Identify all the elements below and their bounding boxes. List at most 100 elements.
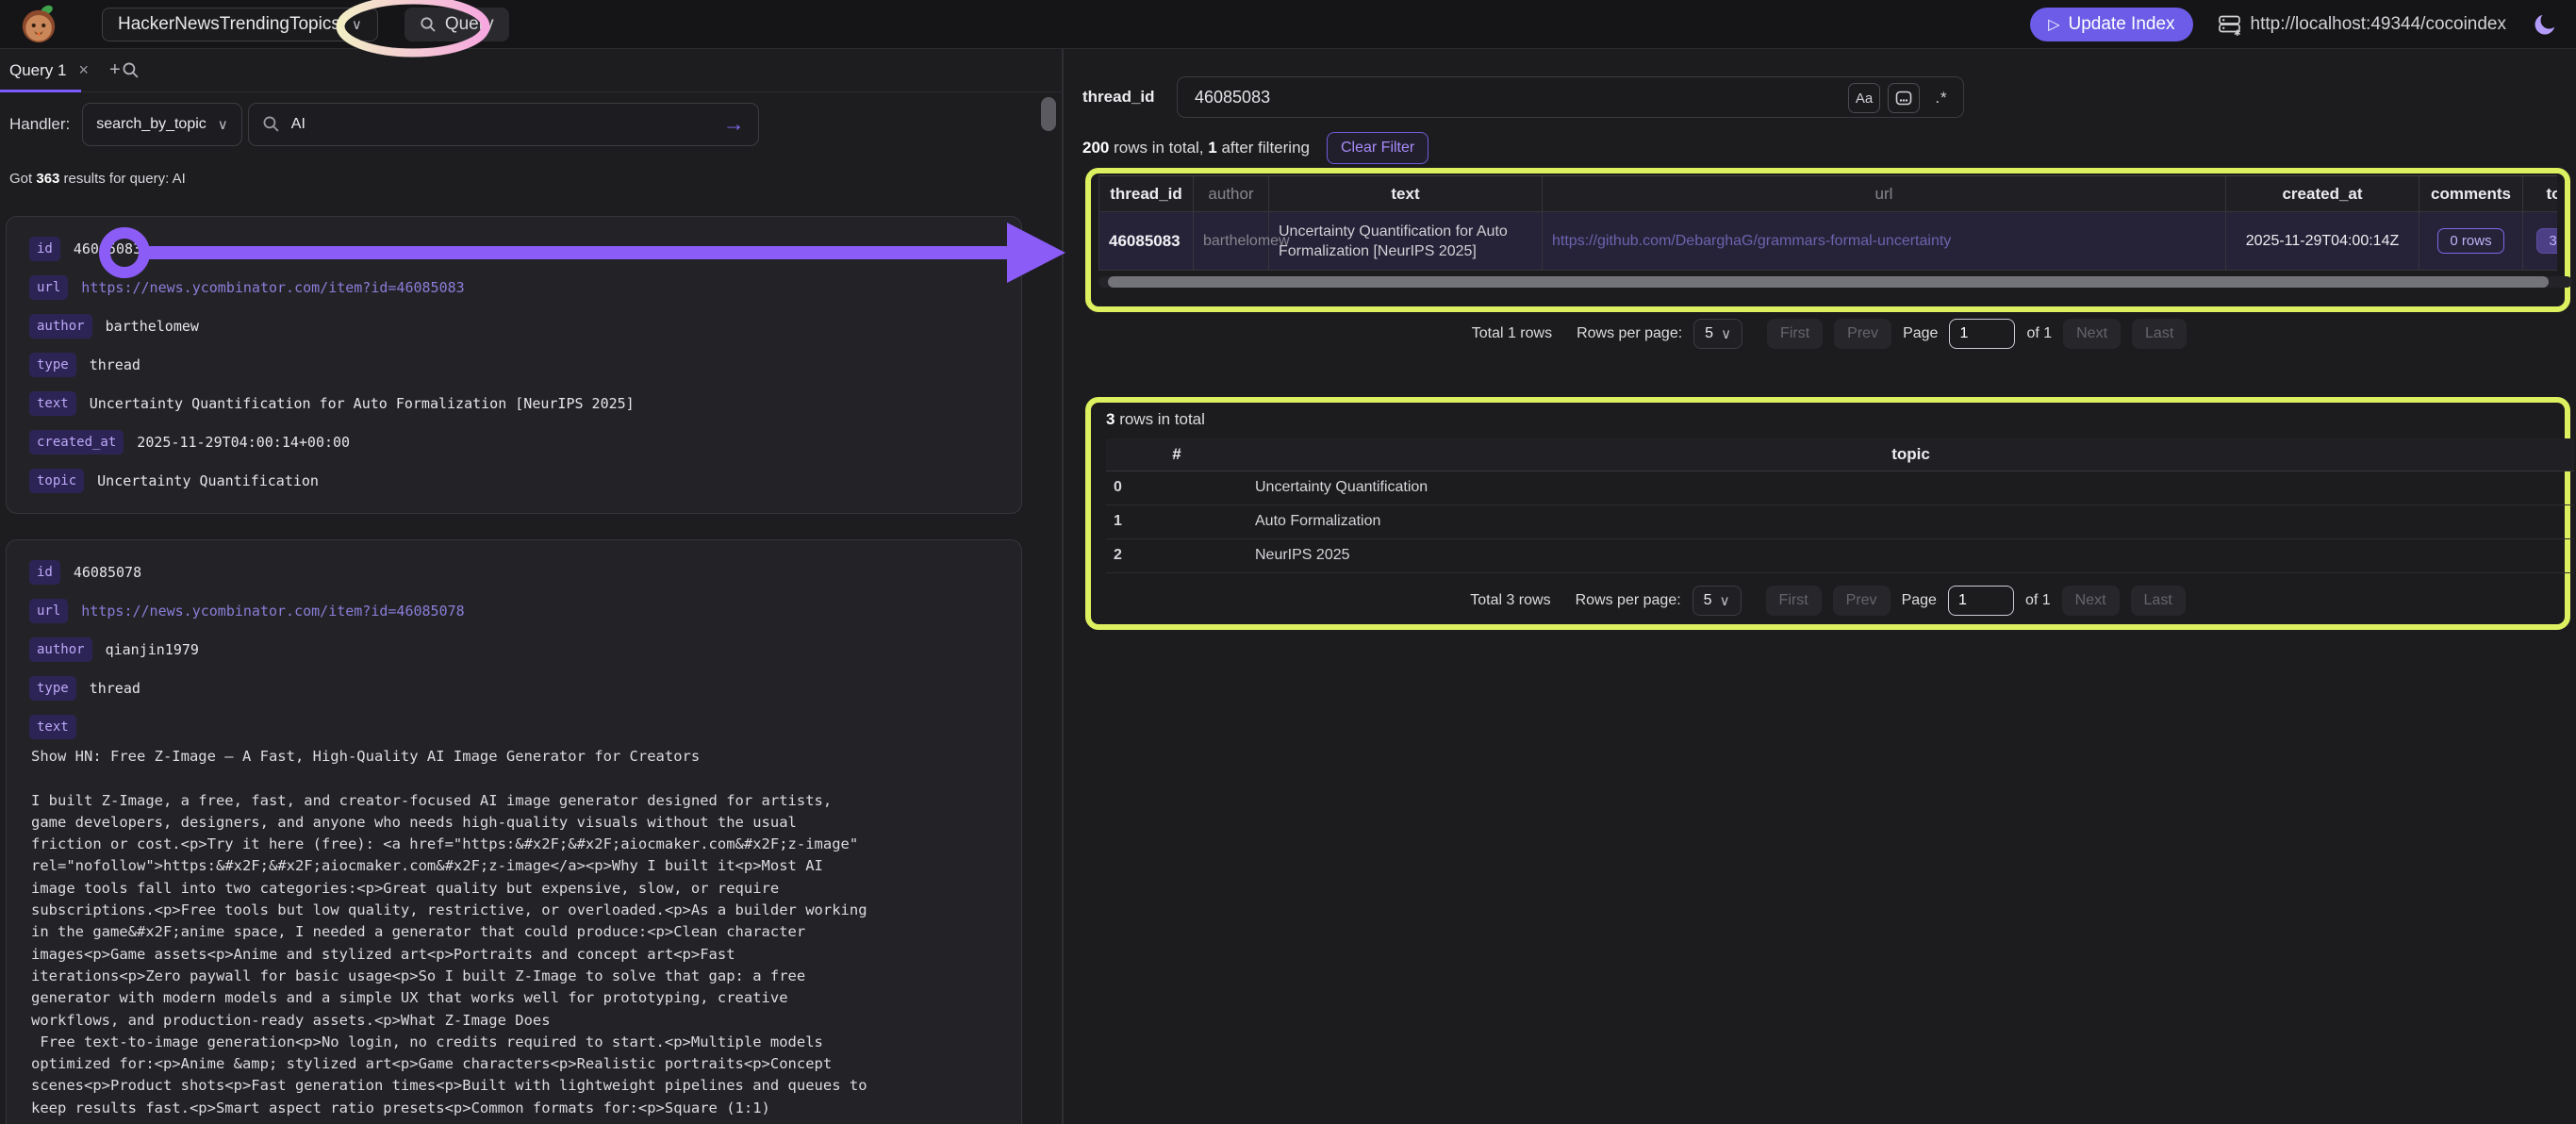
field-row: author qianjin1979 xyxy=(29,637,999,662)
summary-text: after filtering xyxy=(1217,139,1310,157)
update-index-button[interactable]: ▷ Update Index xyxy=(2030,8,2192,41)
topics-table: # topic 0 Uncertainty Quantification 1 A… xyxy=(1106,438,2574,573)
results-summary: Got 363 results for query: AI xyxy=(9,171,1062,187)
total-rows-label: Total 3 rows xyxy=(1470,592,1550,609)
field-label-badge: id xyxy=(29,237,60,261)
chevron-down-icon: ∨ xyxy=(218,116,228,133)
query-panel: Query 1 × + Handler: search_by_topic ∨ xyxy=(0,49,1064,1124)
first-page-button[interactable]: First xyxy=(1766,586,1822,616)
tab-label: Query 1 xyxy=(9,61,66,80)
thread-id-filter-input[interactable]: 46085083 Aa .* xyxy=(1177,76,1964,118)
table-horizontal-scrollbar[interactable] xyxy=(1098,276,2572,288)
cell-author: barthelomew xyxy=(1194,212,1269,271)
server-url-text: http://localhost:49344/cocoindex xyxy=(2251,14,2506,35)
handler-select[interactable]: search_by_topic ∨ xyxy=(82,103,242,146)
page-size-select[interactable]: 5∨ xyxy=(1693,586,1742,616)
match-case-icon[interactable]: Aa xyxy=(1848,83,1880,113)
topics-rows-button[interactable]: 3 rows xyxy=(2536,228,2557,254)
last-page-button[interactable]: Last xyxy=(2131,586,2186,616)
filter-input-value: 46085083 xyxy=(1195,88,1270,107)
col-thread-id[interactable]: thread_id xyxy=(1099,176,1194,212)
regex-icon[interactable]: .* xyxy=(1927,83,1956,113)
query-tab-bar: Query 1 × + xyxy=(0,49,1062,92)
col-comments[interactable]: comments xyxy=(2419,176,2523,212)
next-page-button[interactable]: Next xyxy=(2062,586,2120,616)
field-label-badge: id xyxy=(29,560,60,585)
results-table-container: thread_id author text url created_at com… xyxy=(1091,174,2565,306)
results-table: thread_id author text url created_at com… xyxy=(1098,175,2557,271)
query-search-input[interactable]: AI → xyxy=(248,103,759,146)
table-row[interactable]: 46085083 barthelomew Uncertainty Quantif… xyxy=(1099,212,2558,271)
item-url-link[interactable]: https://news.ycombinator.com/item?id=460… xyxy=(81,599,464,623)
field-value: 2025-11-29T04:00:14+00:00 xyxy=(137,430,350,455)
prev-page-button[interactable]: Prev xyxy=(1833,586,1891,616)
dark-mode-moon-icon[interactable] xyxy=(2531,10,2559,39)
cell-topic: Uncertainty Quantification xyxy=(1247,471,2574,504)
first-page-button[interactable]: First xyxy=(1767,319,1823,349)
cell-index: 2 xyxy=(1106,538,1247,572)
col-topics[interactable]: topics xyxy=(2523,176,2558,212)
field-label-badge: created_at xyxy=(29,430,124,455)
annotation-box-results-table: thread_id author text url created_at com… xyxy=(1085,168,2570,312)
results-table-clip: thread_id author text url created_at com… xyxy=(1098,175,2557,271)
prev-page-button[interactable]: Prev xyxy=(1834,319,1891,349)
flow-selector-dropdown[interactable]: HackerNewsTrendingTopics ∨ xyxy=(102,8,378,41)
flow-name: HackerNewsTrendingTopics xyxy=(118,14,340,35)
app-window: HackerNewsTrendingTopics ∨ Query ▷ Updat… xyxy=(0,0,2576,1124)
match-whole-word-icon[interactable] xyxy=(1888,83,1920,113)
result-card: id46085078 urlhttps://news.ycombinator.c… xyxy=(6,539,1022,1124)
field-value: 46085083 xyxy=(74,237,141,261)
chevron-down-icon: ∨ xyxy=(352,16,362,33)
filter-row: thread_id 46085083 Aa xyxy=(1082,76,2576,118)
field-row: authorbarthelomew xyxy=(29,314,999,339)
left-panel-scrollbar[interactable] xyxy=(1041,97,1056,131)
cell-url-link[interactable]: https://github.com/DebarghaG/grammars-fo… xyxy=(1543,212,2226,271)
page-number-input[interactable]: 1 xyxy=(1949,319,2015,349)
cell-index: 1 xyxy=(1106,504,1247,538)
thread-text-content: Show HN: Free Z-Image — A Fast, High-Qua… xyxy=(31,746,999,1119)
cocoindex-logo-icon xyxy=(19,5,58,44)
close-icon[interactable]: × xyxy=(78,60,89,80)
play-icon: ▷ xyxy=(2048,15,2059,34)
col-author[interactable]: author xyxy=(1194,176,1269,212)
cell-created-at: 2025-11-29T04:00:14Z xyxy=(2226,212,2419,271)
filtered-rows-count: 1 xyxy=(1208,139,1216,157)
table-row: 1 Auto Formalization xyxy=(1106,504,2574,538)
page-size-select[interactable]: 5∨ xyxy=(1693,319,1742,349)
col-url[interactable]: url xyxy=(1543,176,2226,212)
item-url-link[interactable]: https://news.ycombinator.com/item?id=460… xyxy=(81,275,464,300)
new-query-button[interactable]: + xyxy=(109,59,140,81)
filter-summary: 200 rows in total, 1 after filtering Cle… xyxy=(1082,132,2576,164)
top-bar: HackerNewsTrendingTopics ∨ Query ▷ Updat… xyxy=(0,0,2576,49)
field-row: created_at 2025-11-29T04:00:14+00:00 xyxy=(29,430,999,455)
field-row: topicUncertainty Quantification xyxy=(29,469,999,493)
field-row: urlhttps://news.ycombinator.com/item?id=… xyxy=(29,275,999,300)
topics-title-suffix: rows in total xyxy=(1115,410,1204,428)
field-label-badge: author xyxy=(29,314,92,339)
scrollbar-thumb[interactable] xyxy=(1108,276,2549,288)
next-page-button[interactable]: Next xyxy=(2063,319,2121,349)
total-rows-count: 200 xyxy=(1082,139,1109,157)
submit-query-arrow[interactable]: → xyxy=(723,111,745,137)
col-created-at[interactable]: created_at xyxy=(2226,176,2419,212)
field-value: Uncertainty Quantification for Auto Form… xyxy=(90,391,635,416)
field-value: 46085078 xyxy=(74,560,141,585)
field-label-badge: author xyxy=(29,637,92,662)
field-value: thread xyxy=(90,676,140,701)
field-value: qianjin1979 xyxy=(106,637,199,662)
field-row: id 46085083 xyxy=(29,237,999,261)
page-label: Page xyxy=(1903,325,1938,342)
tab-query-1[interactable]: Query 1 × xyxy=(9,60,89,80)
last-page-button[interactable]: Last xyxy=(2132,319,2187,349)
page-number-input[interactable]: 1 xyxy=(1948,586,2014,616)
clear-filter-button[interactable]: Clear Filter xyxy=(1327,132,1428,164)
cell-text: Uncertainty Quantification for Auto Form… xyxy=(1269,212,1543,271)
comments-rows-button[interactable]: 0 rows xyxy=(2437,228,2503,254)
search-icon xyxy=(420,16,437,33)
query-button[interactable]: Query xyxy=(405,8,509,41)
plus-icon: + xyxy=(109,59,121,81)
search-input-value: AI xyxy=(291,116,712,133)
search-icon xyxy=(122,61,140,79)
filter-column-label: thread_id xyxy=(1082,88,1165,107)
col-text[interactable]: text xyxy=(1269,176,1543,212)
